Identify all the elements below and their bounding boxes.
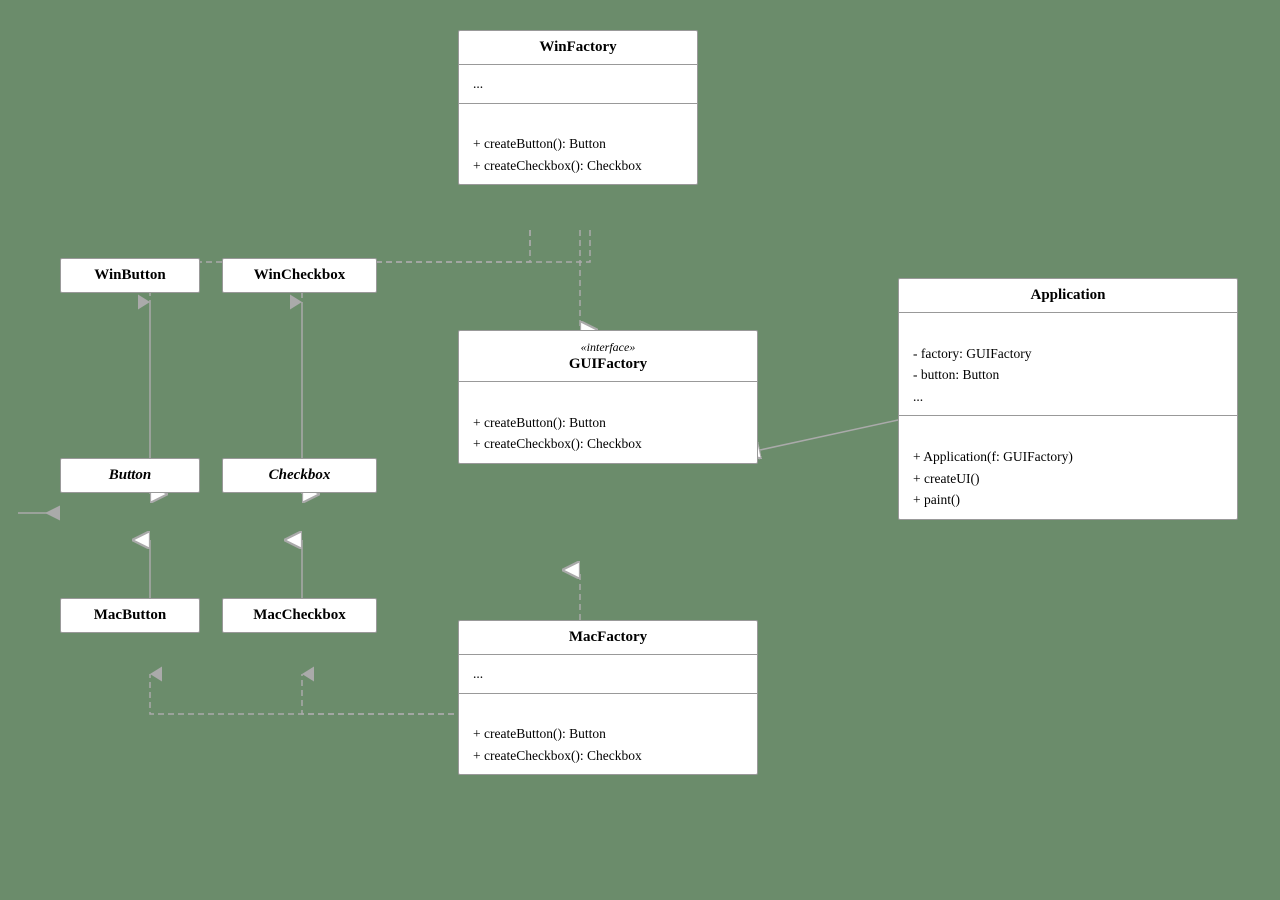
gui-factory-stereotype: «interface» — [581, 340, 636, 354]
mac-factory-header: MacFactory — [459, 621, 757, 655]
win-factory-section1: ... — [459, 65, 697, 104]
application-section2: + Application(f: GUIFactory) + createUI(… — [899, 416, 1237, 518]
mac-factory-section2: + createButton(): Button + createCheckbo… — [459, 694, 757, 775]
application-section1: - factory: GUIFactory - button: Button .… — [899, 313, 1237, 416]
win-button-box: WinButton — [60, 258, 200, 293]
application-box: Application - factory: GUIFactory - butt… — [898, 278, 1238, 520]
win-factory-section2: + createButton(): Button + createCheckbo… — [459, 104, 697, 185]
mac-factory-box: MacFactory ... + createButton(): Button … — [458, 620, 758, 775]
button-box: Button — [60, 458, 200, 493]
win-checkbox-header: WinCheckbox — [223, 259, 376, 292]
mac-factory-section1: ... — [459, 655, 757, 694]
mac-checkbox-header: MacCheckbox — [223, 599, 376, 632]
win-button-header: WinButton — [61, 259, 199, 292]
mac-button-header: MacButton — [61, 599, 199, 632]
diagram-container: WinFactory ... + createButton(): Button … — [0, 0, 1280, 900]
gui-factory-section1: + createButton(): Button + createCheckbo… — [459, 382, 757, 463]
gui-factory-header: «interface» GUIFactory — [459, 331, 757, 382]
application-header: Application — [899, 279, 1237, 313]
mac-button-box: MacButton — [60, 598, 200, 633]
checkbox-box: Checkbox — [222, 458, 377, 493]
win-factory-title: WinFactory — [539, 39, 616, 55]
win-factory-header: WinFactory — [459, 31, 697, 65]
win-checkbox-box: WinCheckbox — [222, 258, 377, 293]
button-header: Button — [61, 459, 199, 492]
checkbox-header: Checkbox — [223, 459, 376, 492]
gui-factory-box: «interface» GUIFactory + createButton():… — [458, 330, 758, 464]
win-factory-box: WinFactory ... + createButton(): Button … — [458, 30, 698, 185]
mac-checkbox-box: MacCheckbox — [222, 598, 377, 633]
